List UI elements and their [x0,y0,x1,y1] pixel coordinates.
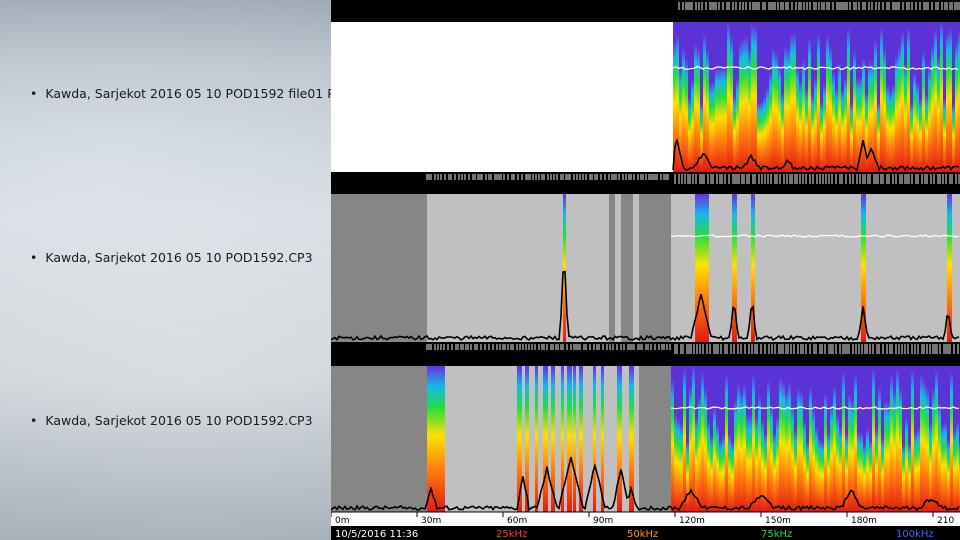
click-train-viewer: 0m 30m 60m 90m 120m 150m 180m 210 10/5/2016 11:… [331,0,960,540]
time-tick-label: 180m [851,516,877,526]
time-axis: 0m 30m 60m 90m 120m 150m 180m 210 [331,511,960,526]
time-tick-label: 0m [335,516,350,526]
status-timestamp: 10/5/2016 11:36 [335,529,418,540]
panel-cp3-a [331,172,960,342]
legend-50khz: 50kHz [627,529,658,540]
time-tick-label: 210 [937,516,954,526]
panel-cp1-top-strip [331,0,960,22]
time-tick-label: 60m [507,516,527,526]
legend-25khz: 25kHz [496,529,527,540]
bullet-file-cp3-b: Kawda, Sarjekot 2016 05 10 POD1592.CP3 [30,413,312,428]
panel-cp1 [331,0,960,173]
status-bar: 10/5/2016 11:36 25kHz 50kHz 75kHz 100kHz [331,526,960,540]
panel-cp3-b [331,342,960,512]
time-tick-label: 150m [765,516,791,526]
bullet-file-cp3-a: Kawda, Sarjekot 2016 05 10 POD1592.CP3 [30,250,312,265]
legend-100khz: 100kHz [896,529,934,540]
time-tick-label: 120m [679,516,705,526]
time-tick-label: 90m [593,516,613,526]
time-tick-label: 30m [421,516,441,526]
legend-75khz: 75kHz [761,529,792,540]
panel-cp1-blank-area [331,22,673,172]
panel-cp1-spectrogram [673,22,960,173]
